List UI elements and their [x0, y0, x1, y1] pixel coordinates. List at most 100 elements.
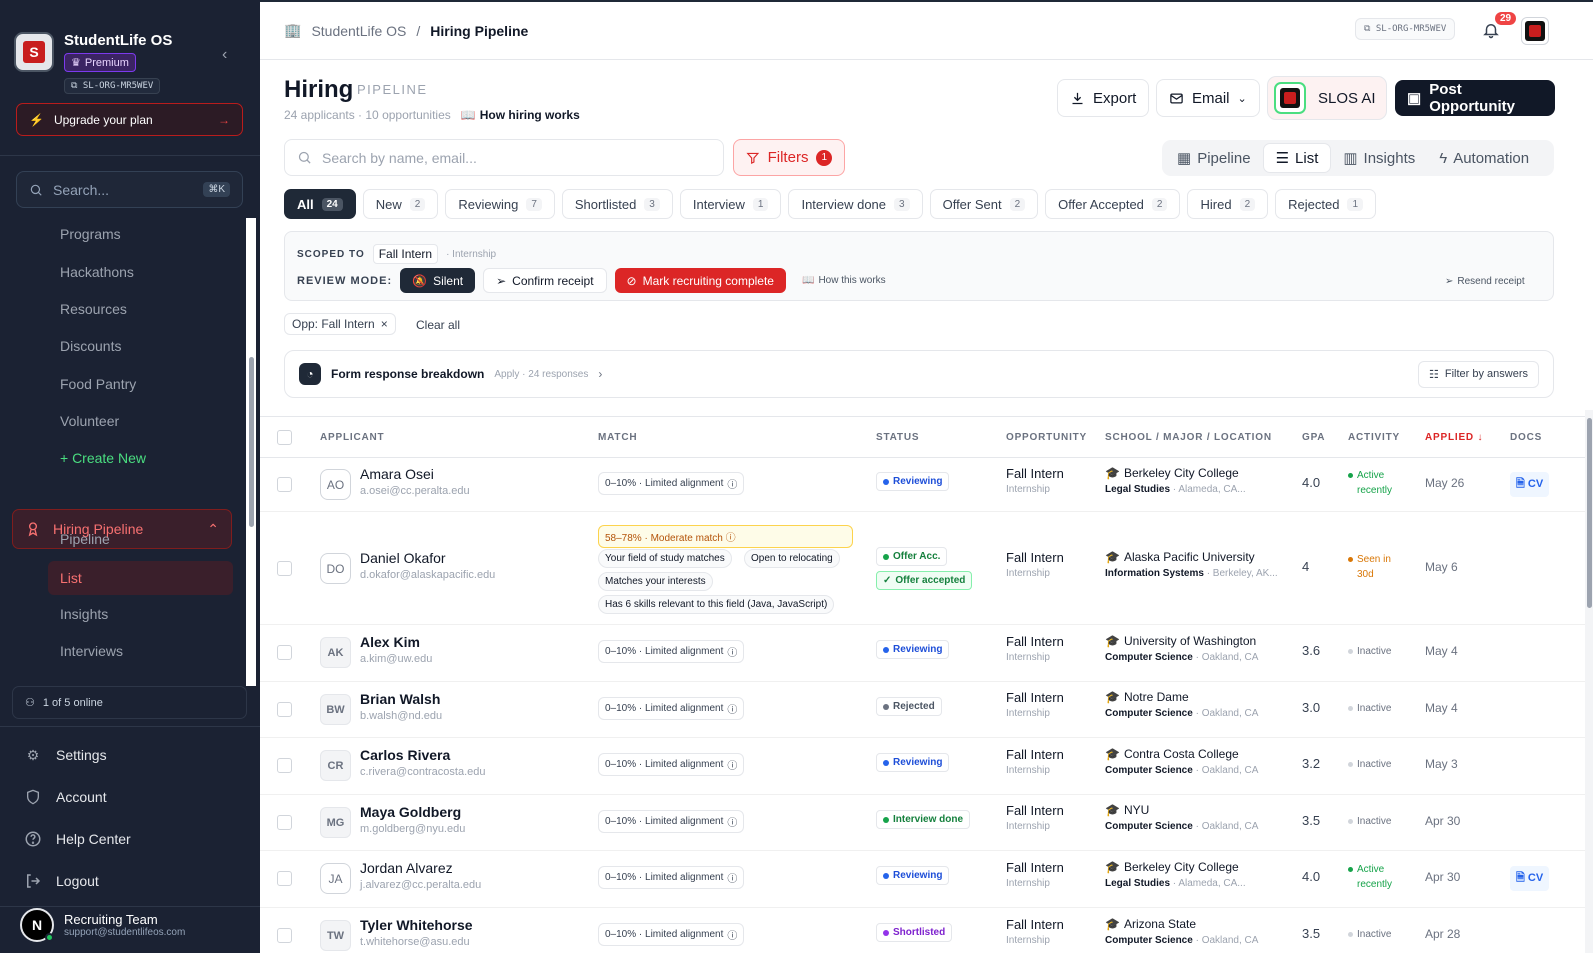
sub-item-list[interactable]: List	[48, 561, 233, 595]
settings-link[interactable]: ⚙ Settings	[24, 746, 107, 764]
col-gpa[interactable]: GPA	[1302, 432, 1325, 443]
match-badge[interactable]: 0–10% · Limited alignment ⓘ	[598, 866, 745, 889]
silent-mode-button[interactable]: 🔕 Silent	[400, 268, 476, 293]
form-response-breakdown[interactable]: ◔ Form response breakdown Apply · 24 res…	[284, 350, 1554, 398]
post-opportunity-button[interactable]: ▣ Post Opportunity	[1395, 80, 1555, 116]
table-row[interactable]: AK Alex Kim a.kim@uw.edu 0–10% · Limited…	[260, 625, 1593, 682]
tab-list[interactable]: ☰ List	[1262, 143, 1332, 173]
status-tab-all[interactable]: All 24	[284, 189, 356, 219]
clear-all-link[interactable]: Clear all	[416, 318, 460, 332]
nav-item-hackathons[interactable]: Hackathons	[60, 264, 134, 280]
status-tab-interview-done[interactable]: Interview done 3	[788, 189, 923, 219]
active-filter-chip[interactable]: Opp: Fall Intern ×	[284, 313, 396, 335]
match-badge[interactable]: 0–10% · Limited alignment ⓘ	[598, 697, 745, 720]
nav-item-food-pantry[interactable]: Food Pantry	[60, 376, 136, 392]
account-link[interactable]: Account	[24, 788, 107, 806]
match-badge[interactable]: 0–10% · Limited alignment ⓘ	[598, 640, 745, 663]
confirm-receipt-button[interactable]: ➢ Confirm receipt	[483, 268, 607, 293]
match-badge[interactable]: 0–10% · Limited alignment ⓘ	[598, 810, 745, 833]
col-match[interactable]: MATCH	[598, 432, 637, 443]
cv-link[interactable]: 🗎 CV	[1510, 866, 1550, 891]
user-profile[interactable]: N Recruiting Team support@studentlifeos.…	[20, 908, 185, 942]
nav-item-discounts[interactable]: Discounts	[60, 338, 121, 354]
how-hiring-works-link[interactable]: 📖 How hiring works	[461, 108, 580, 122]
status-tab-shortlisted[interactable]: Shortlisted 3	[561, 189, 673, 219]
match-badge[interactable]: 0–10% · Limited alignment ⓘ	[598, 923, 745, 946]
tab-pipeline[interactable]: ▦ Pipeline	[1165, 143, 1263, 173]
col-docs[interactable]: DOCS	[1510, 432, 1542, 443]
col-school[interactable]: SCHOOL / MAJOR / LOCATION	[1105, 432, 1272, 443]
table-row[interactable]: DO Daniel Okafor d.okafor@alaskapacific.…	[260, 512, 1593, 625]
table-row[interactable]: MG Maya Goldberg m.goldberg@nyu.edu 0–10…	[260, 795, 1593, 851]
row-checkbox[interactable]	[277, 702, 292, 717]
match-badge[interactable]: 58–78% · Moderate match ⓘ	[598, 525, 853, 548]
brand-logo[interactable]: S	[14, 32, 54, 72]
status-tab-offer-sent[interactable]: Offer Sent 2	[929, 189, 1039, 219]
row-checkbox[interactable]	[277, 758, 292, 773]
row-checkbox[interactable]	[277, 815, 292, 830]
applicant-name[interactable]: Brian Walsh	[360, 691, 440, 707]
status-badge[interactable]: Reviewing	[876, 640, 950, 659]
applicant-name[interactable]: Jordan Alvarez	[360, 860, 453, 876]
nav-item-programs[interactable]: Programs	[60, 226, 121, 242]
status-tab-interview[interactable]: Interview 1	[679, 189, 782, 219]
status-badge[interactable]: Rejected	[876, 697, 942, 716]
status-badge[interactable]: Reviewing	[876, 866, 950, 885]
online-status[interactable]: ⚇ 1 of 5 online	[12, 686, 247, 719]
applicant-name[interactable]: Amara Osei	[360, 466, 434, 482]
email-button[interactable]: Email ⌄	[1156, 79, 1260, 117]
help-center-link[interactable]: Help Center	[24, 830, 131, 848]
sub-item-interviews[interactable]: Interviews	[60, 643, 123, 659]
col-applied[interactable]: APPLIED ↓	[1425, 432, 1483, 443]
status-badge[interactable]: Reviewing	[876, 753, 950, 772]
tab-automation[interactable]: ϟ Automation	[1427, 143, 1541, 173]
scope-opportunity[interactable]: Fall Intern	[372, 244, 439, 264]
logout-link[interactable]: Logout	[24, 872, 99, 890]
resend-receipt-link[interactable]: ➢ Resend receipt	[1445, 276, 1525, 287]
org-id-chip[interactable]: ⧉ SL-ORG-MR5WEV	[64, 78, 161, 94]
row-checkbox[interactable]	[277, 645, 292, 660]
nav-scroll[interactable]: Programs Hackathons Resources Discounts …	[0, 220, 260, 685]
status-badge[interactable]: Offer Acc.	[876, 547, 948, 566]
status-tab-reviewing[interactable]: Reviewing 7	[445, 189, 555, 219]
table-row[interactable]: CR Carlos Rivera c.rivera@contracosta.ed…	[260, 738, 1593, 795]
nav-item-volunteer[interactable]: Volunteer	[60, 413, 119, 429]
export-button[interactable]: Export	[1057, 79, 1150, 117]
status-badge[interactable]: Interview done	[876, 810, 971, 829]
nav-item-hiring-pipeline[interactable]: Hiring Pipeline ⌃	[12, 509, 232, 549]
match-badge[interactable]: 0–10% · Limited alignment ⓘ	[598, 472, 745, 495]
nav-item-resources[interactable]: Resources	[60, 301, 127, 317]
match-badge[interactable]: 0–10% · Limited alignment ⓘ	[598, 753, 745, 776]
mark-complete-button[interactable]: ⊘ Mark recruiting complete	[614, 268, 786, 293]
search-input[interactable]: Search by name, email...	[284, 139, 724, 176]
row-checkbox[interactable]	[277, 561, 292, 576]
breadcrumb-root[interactable]: StudentLife OS	[311, 23, 406, 39]
row-checkbox[interactable]	[277, 871, 292, 886]
status-badge[interactable]: Shortlisted	[876, 923, 953, 942]
status-tab-new[interactable]: New 2	[362, 189, 439, 219]
row-checkbox[interactable]	[277, 928, 292, 943]
table-row[interactable]: BW Brian Walsh b.walsh@nd.edu 0–10% · Li…	[260, 682, 1593, 738]
tab-insights[interactable]: ▥ Insights	[1331, 143, 1427, 173]
applicant-name[interactable]: Daniel Okafor	[360, 550, 446, 566]
col-activity[interactable]: ACTIVITY	[1348, 432, 1400, 443]
upgrade-button[interactable]: ⚡ Upgrade your plan →	[16, 103, 243, 136]
col-opportunity[interactable]: OPPORTUNITY	[1006, 432, 1087, 443]
sub-item-pipeline[interactable]: Pipeline	[60, 531, 110, 547]
status-tab-rejected[interactable]: Rejected 1	[1275, 189, 1376, 219]
table-row[interactable]: TW Tyler Whitehorse t.whitehorse@asu.edu…	[260, 908, 1593, 953]
sidebar-scroll-thumb[interactable]	[249, 357, 254, 527]
filters-button[interactable]: Filters 1	[733, 139, 845, 176]
close-icon[interactable]: ×	[381, 317, 388, 331]
create-new-link[interactable]: + Create New	[60, 450, 146, 466]
workspace-logo[interactable]	[1521, 17, 1549, 45]
collapse-sidebar-icon[interactable]: ‹	[222, 46, 227, 64]
sidebar-search[interactable]: Search... ⌘K	[16, 171, 243, 208]
table-row[interactable]: AO Amara Osei a.osei@cc.peralta.edu 0–10…	[260, 458, 1593, 512]
table-row[interactable]: JA Jordan Alvarez j.alvarez@cc.peralta.e…	[260, 851, 1593, 908]
col-applicant[interactable]: APPLICANT	[320, 432, 384, 443]
status-tab-offer-accepted[interactable]: Offer Accepted 2	[1045, 189, 1181, 219]
col-status[interactable]: STATUS	[876, 432, 919, 443]
row-checkbox[interactable]	[277, 477, 292, 492]
select-all-checkbox[interactable]	[277, 430, 292, 445]
